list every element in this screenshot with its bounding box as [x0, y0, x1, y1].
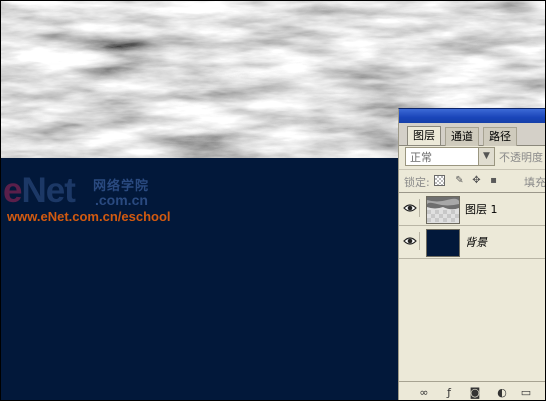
layer-row-layer1[interactable]: 图层 1 [399, 193, 545, 226]
lock-transparency-icon[interactable] [434, 175, 445, 186]
layers-list: 图层 1 背景 [399, 193, 545, 263]
layers-panel: 图层 通道 路径 正常 ▼ 不透明度 锁定: ✎ ✥ ▪ 填充 图层 1 背景 … [398, 108, 546, 400]
layer-thumbnail-clouds [426, 196, 460, 224]
lock-label: 锁定: [404, 176, 430, 189]
enet-logo: eNet [3, 171, 76, 211]
opacity-label: 不透明度 [499, 151, 543, 164]
layer-name[interactable]: 图层 1 [465, 201, 498, 217]
eye-icon[interactable] [401, 199, 420, 217]
enet-logo-rest: Net [21, 171, 75, 210]
panel-titlebar[interactable] [399, 109, 545, 123]
layer-thumbnail-background [426, 229, 460, 257]
layer-row-background[interactable]: 背景 [399, 226, 545, 259]
add-mask-icon[interactable]: ◙ [468, 386, 482, 400]
enet-url: www.eNet.com.cn/eschool [7, 209, 171, 224]
document-window: eNet 网络学院 .com.cn www.eNet.com.cn/eschoo… [0, 0, 546, 401]
chevron-down-icon[interactable]: ▼ [478, 147, 495, 166]
tab-layers[interactable]: 图层 [407, 126, 441, 145]
lock-brush-icon[interactable]: ✎ [454, 175, 465, 186]
eye-icon[interactable] [401, 232, 420, 250]
blend-mode-select[interactable]: 正常 ▼ [405, 147, 495, 166]
link-icon[interactable]: ∞ [417, 386, 431, 400]
enet-watermark: eNet 网络学院 .com.cn www.eNet.com.cn/eschoo… [1, 171, 201, 231]
adjustment-layer-icon[interactable]: ◐ [495, 386, 509, 400]
lock-move-icon[interactable]: ✥ [471, 175, 482, 186]
new-group-icon[interactable]: ▭ [519, 386, 533, 400]
enet-logo-e: e [3, 171, 22, 210]
tab-channels[interactable]: 通道 [445, 127, 479, 146]
panel-bottom-bar: ∞ ƒ ◙ ◐ ▭ [399, 381, 545, 400]
fill-label: 填充 [524, 176, 546, 189]
enet-dotcom: .com.cn [95, 192, 148, 208]
tab-paths[interactable]: 路径 [483, 127, 517, 146]
lock-row: 锁定: ✎ ✥ ▪ 填充 [399, 169, 546, 193]
panel-tabs: 图层 通道 路径 [399, 123, 545, 146]
layer-name[interactable]: 背景 [465, 234, 487, 250]
layer-style-icon[interactable]: ƒ [442, 386, 456, 400]
lock-all-icon[interactable]: ▪ [488, 175, 499, 186]
blend-mode-value: 正常 [410, 151, 432, 164]
